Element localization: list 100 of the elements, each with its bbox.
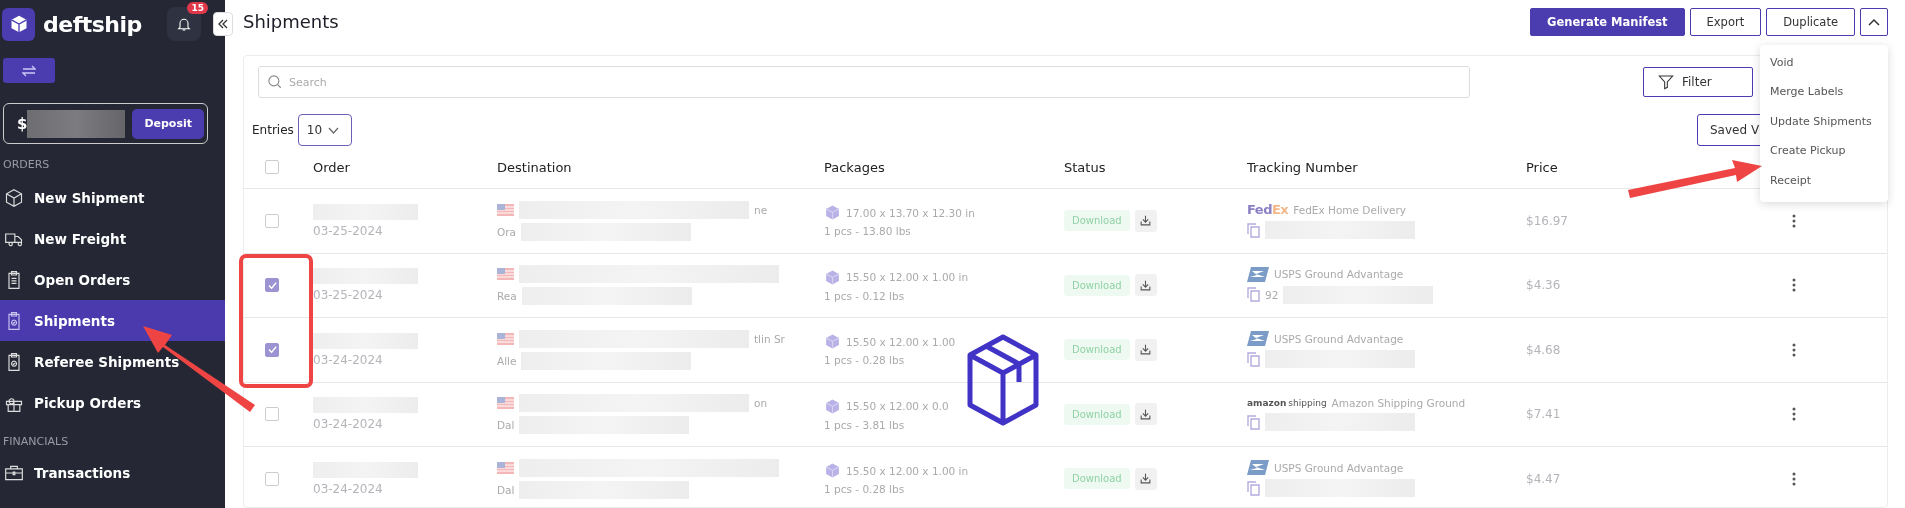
status-badge: Download	[1064, 210, 1130, 232]
page-title: Shipments	[243, 11, 339, 32]
nav-item[interactable]: New Freight	[0, 218, 225, 259]
notification-badge: 15	[187, 2, 208, 14]
chevron-icon	[1868, 17, 1880, 26]
section-title: ORDERS	[2, 158, 51, 171]
nav-item[interactable]: Shipments	[0, 300, 225, 341]
filter-button[interactable]: Filter	[1643, 67, 1753, 97]
city-text: Dal	[497, 419, 515, 432]
carrier-service: USPS Ground Advantage	[1274, 268, 1404, 281]
row-checkbox[interactable]	[265, 278, 279, 293]
select-all-checkbox[interactable]	[265, 160, 279, 174]
more-icon[interactable]	[1792, 342, 1796, 357]
bell-icon	[176, 16, 192, 32]
nav-item[interactable]: Transactions	[0, 452, 225, 493]
flag-icon	[497, 461, 514, 474]
more-icon[interactable]	[1792, 278, 1796, 293]
package-dimensions: 15.50 x 12.00 x 1.00 in	[846, 464, 969, 477]
price: $7.41	[1526, 407, 1561, 422]
currency-symbol: $	[17, 114, 28, 133]
section-title: FINANCIALS	[2, 435, 70, 448]
status-badge: Download	[1064, 274, 1130, 296]
package-icon	[824, 268, 841, 286]
logo-icon	[2, 7, 35, 41]
download-icon	[1139, 278, 1153, 292]
check-icon	[267, 345, 277, 355]
deposit-button[interactable]: Deposit	[132, 108, 204, 139]
double-chevron-icon	[218, 19, 228, 29]
status-badge: Download	[1064, 403, 1130, 425]
flag-icon	[497, 203, 514, 216]
address-text: ne	[754, 203, 768, 216]
flag-icon	[497, 268, 514, 281]
menu-item[interactable]: Merge Labels	[1760, 79, 1888, 109]
download-button[interactable]	[1134, 467, 1157, 490]
column-header: Destination	[497, 159, 572, 175]
download-icon	[1139, 214, 1153, 228]
package-icon	[824, 397, 841, 415]
eagle-logo-icon	[1247, 266, 1269, 282]
package-weight: 1 pcs - 13.80 lbs	[824, 225, 912, 238]
city-text: Alle	[497, 354, 517, 367]
nav-item[interactable]: Pickup Orders	[0, 382, 225, 423]
order-date: 03-25-2024	[313, 223, 384, 238]
check-icon	[267, 280, 277, 290]
box-icon	[4, 187, 24, 208]
price: $4.68	[1526, 342, 1561, 357]
action-button[interactable]: Duplicate	[1766, 7, 1855, 36]
download-button[interactable]	[1134, 209, 1157, 232]
download-button[interactable]	[1134, 274, 1157, 297]
carrier-logo: FedEx	[1247, 202, 1289, 218]
tracking-number: 92	[1265, 288, 1279, 301]
more-icon[interactable]	[1792, 407, 1796, 422]
nav-item[interactable]: New Shipment	[0, 177, 225, 218]
download-button[interactable]	[1134, 338, 1157, 361]
package-weight: 1 pcs - 0.28 lbs	[824, 354, 906, 367]
nav-label: Open Orders	[34, 271, 131, 288]
more-icon[interactable]	[1792, 213, 1796, 228]
nav-item[interactable]: Referee Shipments	[0, 341, 225, 382]
city-text: Rea	[497, 290, 517, 303]
more-icon[interactable]	[1792, 471, 1796, 486]
row-checkbox[interactable]	[265, 342, 279, 357]
nav-label: Pickup Orders	[34, 394, 142, 411]
more-actions-button[interactable]	[1860, 7, 1888, 36]
menu-item[interactable]: Receipt	[1760, 167, 1888, 197]
price: $4.36	[1526, 278, 1561, 293]
download-icon	[1139, 407, 1153, 421]
column-header: Status	[1064, 159, 1106, 175]
nav-label: New Freight	[34, 230, 127, 247]
entries-label: Entries	[252, 123, 294, 137]
column-header: Tracking Number	[1247, 159, 1358, 175]
column-header: Packages	[824, 159, 885, 175]
order-date: 03-24-2024	[313, 417, 384, 432]
search-field[interactable]: Search	[258, 66, 1470, 98]
download-button[interactable]	[1134, 403, 1157, 426]
carrier-service: Amazon Shipping Ground	[1331, 397, 1466, 410]
eagle-logo-icon	[1247, 460, 1269, 476]
nav-label: Shipments	[34, 312, 115, 329]
package-icon	[824, 462, 841, 480]
entries-select[interactable]: 10	[297, 114, 352, 146]
carrier-service: USPS Ground Advantage	[1274, 332, 1404, 345]
swap-icon	[22, 64, 36, 77]
package-dimensions: 17.00 x 13.70 x 12.30 in	[846, 206, 975, 219]
menu-item[interactable]: Void	[1760, 49, 1888, 79]
order-date: 03-24-2024	[313, 481, 384, 496]
package-weight: 1 pcs - 0.28 lbs	[824, 483, 906, 496]
package-dimensions: 15.50 x 12.00 x 1.00	[846, 335, 956, 348]
action-button[interactable]: Generate Manifest	[1530, 7, 1685, 36]
action-button[interactable]: Export	[1689, 7, 1762, 36]
flag-icon	[497, 332, 514, 345]
flag-icon	[497, 397, 514, 410]
row-checkbox[interactable]	[265, 471, 279, 486]
row-checkbox[interactable]	[265, 407, 279, 422]
nav-item[interactable]: Open Orders	[0, 259, 225, 300]
city-text: Ora	[497, 225, 517, 238]
package-dimensions: 15.50 x 12.00 x 1.00 in	[846, 271, 969, 284]
carrier-service: FedEx Home Delivery	[1293, 203, 1406, 216]
switch-button[interactable]	[3, 58, 55, 83]
search-icon	[267, 74, 282, 89]
package-icon	[824, 333, 841, 351]
collapse-button[interactable]	[213, 12, 233, 36]
row-checkbox[interactable]	[265, 213, 279, 228]
